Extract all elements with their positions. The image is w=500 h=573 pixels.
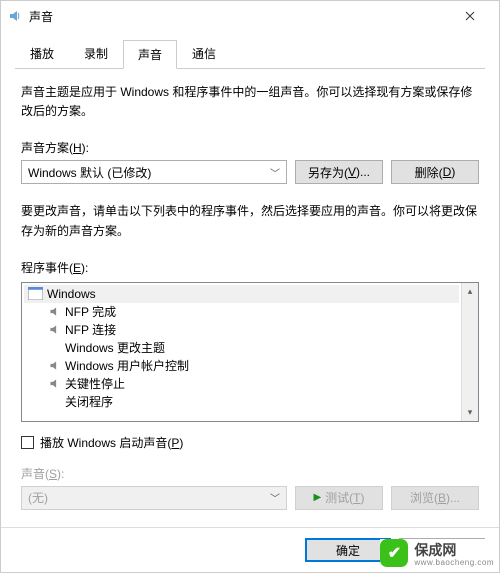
tab-content: 声音主题是应用于 Windows 和程序事件中的一组声音。你可以选择现有方案或保… [15,69,485,527]
window-icon [28,287,43,300]
watermark-sub: www.baocheng.com [414,558,494,567]
tab-recording[interactable]: 录制 [69,39,123,68]
watermark: ✔ 保成网 www.baocheng.com [380,539,494,567]
titlebar: 声音 [1,1,499,31]
scroll-up-button[interactable]: ▴ [462,283,479,300]
speaker-icon [48,323,61,336]
tree-item[interactable]: NFP 连接 [24,321,459,339]
speaker-icon [48,377,61,390]
sound-dialog: 声音 播放 录制 声音 通信 声音主题是应用于 Windows 和程序事件中的一… [0,0,500,573]
chevron-down-icon: ﹀ [270,165,280,180]
dialog-body: 播放 录制 声音 通信 声音主题是应用于 Windows 和程序事件中的一组声音… [1,31,499,527]
scheme-combobox[interactable]: Windows 默认 (已修改) ﹀ [21,160,287,184]
speaker-icon [48,359,61,372]
scheme-value: Windows 默认 (已修改) [28,164,151,181]
scroll-down-button[interactable]: ▾ [462,404,479,421]
tree-item[interactable]: Windows 用户帐户控制 [24,357,459,375]
watermark-badge-icon: ✔ [380,539,408,567]
tab-communications[interactable]: 通信 [177,39,231,68]
chevron-down-icon: ﹀ [270,490,280,505]
app-icon [7,8,23,24]
hint-text: 要更改声音，请单击以下列表中的程序事件，然后选择要应用的声音。你可以将更改保存为… [21,202,479,240]
tree-item-label: Windows 用户帐户控制 [65,357,189,374]
delete-button[interactable]: 删除(D) [391,160,479,184]
tab-sounds[interactable]: 声音 [123,40,177,69]
sounds-label: 声音(S): [21,465,479,482]
sounds-value: (无) [28,489,48,506]
browse-button: 浏览(B)... [391,486,479,510]
tree-root[interactable]: Windows [24,285,459,303]
tree-item[interactable]: Windows 更改主题 [24,339,459,357]
events-label: 程序事件(E): [21,259,479,276]
tree-item[interactable]: NFP 完成 [24,303,459,321]
window-title: 声音 [29,8,447,25]
tab-strip: 播放 录制 声音 通信 [15,39,485,69]
tree-item-label: NFP 连接 [65,321,116,338]
scheme-label: 声音方案(H): [21,139,479,156]
sounds-combobox: (无) ﹀ [21,486,287,510]
tree-item[interactable]: 关闭程序 [24,393,459,411]
play-icon: ▶ [313,492,321,503]
play-startup-checkbox[interactable]: 播放 Windows 启动声音(P) [21,434,479,451]
play-startup-label: 播放 Windows 启动声音(P) [40,434,183,451]
tab-playback[interactable]: 播放 [15,39,69,68]
checkbox-icon [21,436,34,449]
intro-text: 声音主题是应用于 Windows 和程序事件中的一组声音。你可以选择现有方案或保… [21,83,479,121]
speaker-icon [48,305,61,318]
tree-item[interactable]: 关键性停止 [24,375,459,393]
events-tree: WindowsNFP 完成NFP 连接Windows 更改主题Windows 用… [22,283,461,421]
save-as-button[interactable]: 另存为(V)... [295,160,383,184]
tree-item-label: 关键性停止 [65,375,125,392]
ok-button[interactable]: 确定 [305,538,391,562]
tree-item-label: Windows 更改主题 [65,339,165,356]
tree-item-label: NFP 完成 [65,303,116,320]
tree-item-label: 关闭程序 [65,393,113,410]
scrollbar[interactable]: ▴ ▾ [461,283,478,421]
close-button[interactable] [447,1,493,31]
test-button: ▶ 测试(T) [295,486,383,510]
events-listbox[interactable]: WindowsNFP 完成NFP 连接Windows 更改主题Windows 用… [21,282,479,422]
watermark-text: 保成网 [414,540,494,560]
